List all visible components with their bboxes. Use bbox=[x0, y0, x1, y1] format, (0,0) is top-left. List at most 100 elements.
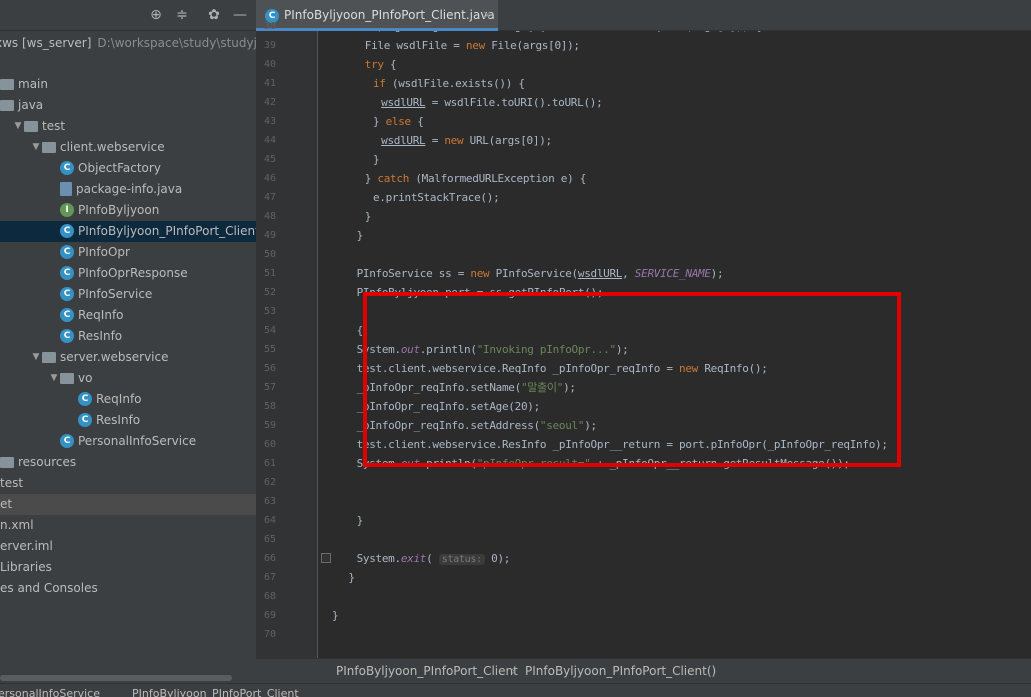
project-name: xws [ws_server] bbox=[0, 36, 92, 50]
line-number: 47 bbox=[263, 192, 276, 203]
code-token: System. bbox=[356, 552, 402, 565]
line-number: 61 bbox=[263, 458, 276, 469]
expand-arrow-icon[interactable]: ▼ bbox=[12, 116, 24, 137]
line-number: 46 bbox=[263, 173, 276, 184]
line-number: 49 bbox=[263, 230, 276, 241]
code-line: } bbox=[357, 511, 364, 530]
tree-item[interactable]: ▼ vo bbox=[0, 368, 256, 389]
code-token: ( bbox=[426, 552, 439, 565]
breadcrumb-method[interactable]: PInfoByljyoon_PInfoPort_Client() bbox=[525, 659, 716, 684]
code-token: } bbox=[356, 229, 364, 242]
code-token: wsdlURL bbox=[381, 134, 426, 147]
line-number: 38 bbox=[263, 21, 276, 32]
class-icon: C bbox=[60, 286, 74, 301]
tree-item[interactable]: C PInfoByljyoon_PInfoPort_Client bbox=[0, 221, 256, 242]
line-number: 53 bbox=[263, 306, 276, 317]
tree-item[interactable]: test bbox=[0, 473, 256, 494]
line-number: 59 bbox=[263, 420, 276, 431]
tree-item[interactable]: es and Consoles bbox=[0, 578, 256, 599]
line-number: 57 bbox=[263, 382, 276, 393]
tree-item-label: erver.iml bbox=[0, 539, 53, 553]
class-icon: C bbox=[60, 307, 74, 322]
code-line: if (wsdlFile.exists()) { bbox=[373, 74, 525, 93]
locate-icon[interactable]: ⊕ bbox=[148, 7, 164, 23]
code-token: } bbox=[372, 153, 380, 166]
code-token: new bbox=[444, 134, 470, 147]
project-toolbar: ⊕ ≑ ✿ — bbox=[0, 0, 256, 31]
tab-active-file[interactable]: C PInfoByljyoon_PInfoPort_Client.java × bbox=[256, 0, 498, 31]
hide-panel-icon[interactable]: — bbox=[232, 7, 248, 23]
code-token: , bbox=[622, 267, 635, 280]
code-token: File(args[0]); bbox=[491, 39, 580, 52]
tree-item[interactable]: C PInfoService bbox=[0, 284, 256, 305]
code-token: ); bbox=[710, 267, 724, 280]
tree-item[interactable]: I PInfoByljyoon bbox=[0, 200, 256, 221]
tree-item-label: Libraries bbox=[0, 560, 52, 574]
tree-item[interactable]: erver.iml bbox=[0, 536, 256, 557]
code-line: } bbox=[348, 568, 355, 587]
tree-item-label: PInfoByljyoon bbox=[78, 203, 160, 217]
tree-item-label: PInfoService bbox=[78, 287, 153, 301]
gear-icon[interactable]: ✿ bbox=[206, 7, 222, 23]
code-token: catch bbox=[377, 172, 416, 185]
code-token: (MalformedURLException e) { bbox=[415, 172, 587, 185]
code-token: (wsdlFile.exists()) { bbox=[391, 77, 525, 90]
tree-item-label: ReqInfo bbox=[96, 392, 142, 406]
breadcrumb-class[interactable]: PInfoByljyoon_PInfoPort_Client bbox=[336, 659, 518, 684]
code-line: try { bbox=[365, 55, 397, 74]
folder-icon bbox=[0, 100, 14, 111]
interface-icon: I bbox=[60, 202, 74, 217]
code-token: PInfoService ss = bbox=[356, 267, 471, 280]
bottom-tab-client[interactable]: PInfoByljyoon_PInfoPort_Client bbox=[132, 687, 299, 697]
line-number: 43 bbox=[263, 116, 276, 127]
code-token: wsdlURL bbox=[381, 96, 426, 109]
horizontal-scrollbar[interactable] bbox=[0, 675, 232, 681]
tree-item[interactable]: C ResInfo bbox=[0, 410, 256, 431]
code-token: new bbox=[470, 267, 496, 280]
code-editor: C PInfoByljyoon_PInfoPort_Client.java × … bbox=[256, 0, 1031, 683]
project-root[interactable]: xws [ws_server] D:\workspace\study\studyj… bbox=[0, 33, 256, 54]
expand-arrow-icon[interactable]: ▼ bbox=[48, 368, 60, 389]
tree-item[interactable]: ▼ test bbox=[0, 116, 256, 137]
code-line: } bbox=[356, 226, 364, 245]
code-token: File wsdlFile = bbox=[364, 39, 466, 52]
tree-item-label: ObjectFactory bbox=[78, 161, 161, 175]
tree-item[interactable]: C PersonalInfoService bbox=[0, 431, 256, 452]
expand-arrow-icon[interactable]: ▼ bbox=[30, 137, 42, 158]
close-icon[interactable]: × bbox=[482, 0, 492, 31]
code-token: SERVICE_NAME bbox=[634, 267, 711, 280]
class-icon: C bbox=[60, 223, 74, 238]
class-icon: C bbox=[60, 265, 74, 280]
tree-item[interactable]: et bbox=[0, 494, 256, 515]
collapse-all-icon[interactable]: ≑ bbox=[174, 7, 190, 23]
tree-item-label: n.xml bbox=[0, 518, 34, 532]
tree-item[interactable]: ▼ client.webservice bbox=[0, 137, 256, 158]
line-number: 40 bbox=[263, 59, 276, 70]
tree-item-label: PInfoOprResponse bbox=[78, 266, 188, 280]
tree-item-label: java bbox=[18, 98, 44, 112]
expand-arrow-icon[interactable]: ▼ bbox=[30, 347, 42, 368]
line-number: 48 bbox=[263, 211, 276, 222]
tree-item[interactable]: Libraries bbox=[0, 557, 256, 578]
tree-item[interactable]: C ObjectFactory bbox=[0, 158, 256, 179]
editor-tab-bar: C PInfoByljyoon_PInfoPort_Client.java × bbox=[256, 0, 1031, 31]
code-line: wsdlURL = wsdlFile.toURI().toURL(); bbox=[381, 93, 603, 112]
line-number: 69 bbox=[263, 610, 276, 621]
code-line: File wsdlFile = new File(args[0]); bbox=[365, 36, 580, 55]
tree-item[interactable]: C PInfoOpr bbox=[0, 242, 256, 263]
code-token: URL(args[0]); bbox=[469, 134, 553, 147]
bottom-tab-personal-info-service[interactable]: ersonalInfoService bbox=[0, 687, 100, 697]
tree-item[interactable]: C ReqInfo bbox=[0, 389, 256, 410]
tree-item[interactable]: java bbox=[0, 95, 256, 116]
tree-item[interactable]: package-info.java bbox=[0, 179, 256, 200]
tree-item[interactable]: C ResInfo bbox=[0, 326, 256, 347]
line-number: 45 bbox=[263, 154, 276, 165]
tree-item[interactable]: main bbox=[0, 74, 256, 95]
tree-item[interactable]: C PInfoOprResponse bbox=[0, 263, 256, 284]
tree-item-label: ResInfo bbox=[96, 413, 141, 427]
tree-item[interactable]: resources bbox=[0, 452, 256, 473]
tree-item-label: client.webservice bbox=[60, 140, 165, 154]
tree-item[interactable]: C ReqInfo bbox=[0, 305, 256, 326]
tree-item[interactable]: ▼ server.webservice bbox=[0, 347, 256, 368]
tree-item[interactable]: n.xml bbox=[0, 515, 256, 536]
